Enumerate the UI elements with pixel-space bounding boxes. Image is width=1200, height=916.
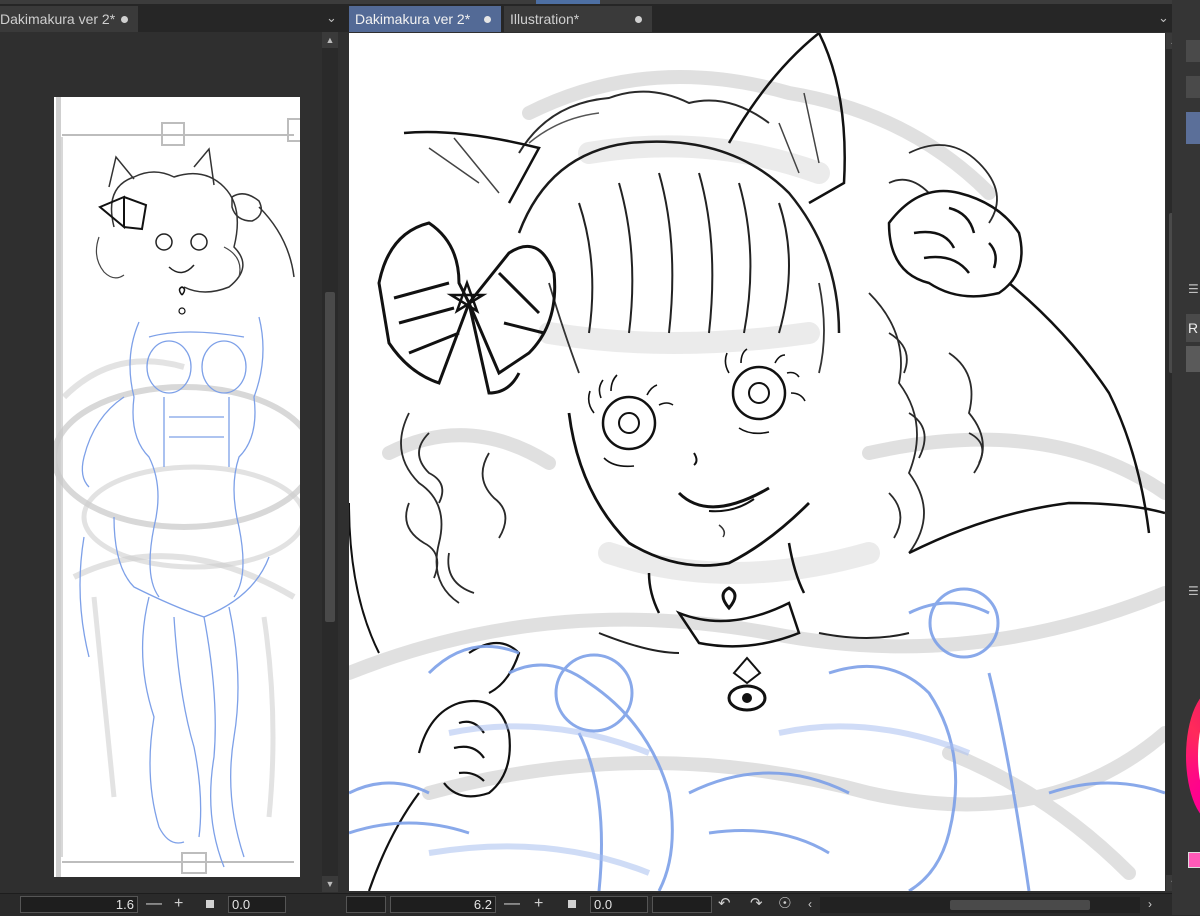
panel-tab[interactable]: R — [1186, 314, 1200, 342]
minus-icon[interactable]: — — [504, 895, 520, 913]
chevron-down-icon[interactable]: ⌄ — [1158, 10, 1169, 26]
reset-rotation-icon[interactable]: ☉ — [778, 895, 791, 913]
scroll-right-icon[interactable]: › — [1148, 895, 1152, 913]
canvas-horizontal-scrollbar[interactable] — [820, 897, 1140, 913]
color-swatch[interactable] — [1188, 852, 1200, 868]
canvas-status-bar: 6.2 — + 0.0 ↶ ↷ ☉ ‹ › — [346, 893, 1172, 916]
drawing-canvas[interactable] — [349, 33, 1165, 891]
canvas-rotation-field[interactable]: 0.0 — [590, 896, 648, 913]
navigator-scroll-thumb[interactable] — [325, 292, 335, 622]
canvas-zoom-field[interactable]: 6.2 — [390, 896, 496, 913]
rotate-left-icon[interactable]: ↶ — [718, 895, 731, 913]
chevron-down-icon[interactable]: ⌄ — [326, 10, 337, 26]
modified-dot-icon — [121, 16, 128, 23]
canvas-tab-bar: Dakimakura ver 2* Illustration* ⌄ — [346, 4, 1172, 32]
scroll-up-icon[interactable]: ▲ — [322, 32, 338, 48]
canvas-extra-field[interactable] — [652, 896, 712, 913]
navigator-tab-bar: Dakimakura ver 2* ⌄ — [0, 4, 346, 32]
panel-button[interactable] — [1186, 346, 1200, 372]
canvas-tab-label: Illustration* — [510, 11, 580, 27]
navigator-vertical-scrollbar[interactable]: ▲ ▼ — [322, 32, 338, 892]
plus-icon[interactable]: + — [174, 895, 183, 913]
tool-button[interactable] — [1186, 40, 1200, 62]
canvas-left-field[interactable] — [346, 896, 386, 913]
navigator-tab-label: Dakimakura ver 2* — [0, 11, 116, 27]
navigator-pane: Dakimakura ver 2* ⌄ ▲ ▼ — [0, 4, 346, 893]
navigator-thumbnail[interactable] — [54, 97, 300, 877]
scroll-left-icon[interactable]: ‹ — [808, 895, 812, 913]
scroll-down-icon[interactable]: ▼ — [322, 876, 338, 892]
panel-tab-letter: R — [1188, 320, 1199, 336]
canvas-horizontal-scroll-thumb[interactable] — [950, 900, 1090, 910]
canvas-tab-dakimakura[interactable]: Dakimakura ver 2* — [349, 6, 501, 32]
plus-icon[interactable]: + — [534, 895, 543, 913]
canvas-pane: Dakimakura ver 2* Illustration* ⌄ — [346, 4, 1172, 893]
modified-dot-icon — [635, 16, 642, 23]
navigator-sketch-preview — [54, 97, 300, 877]
navigator-status-bar: 1.6 — + 0.0 — [0, 893, 346, 916]
tool-button[interactable] — [1186, 76, 1200, 98]
modified-dot-icon — [484, 16, 491, 23]
square-icon[interactable] — [568, 900, 576, 908]
minus-icon[interactable]: — — [146, 895, 162, 913]
canvas-tab-label: Dakimakura ver 2* — [355, 11, 471, 27]
navigator-tab[interactable]: Dakimakura ver 2* — [0, 6, 138, 32]
rotate-right-icon[interactable]: ↷ — [750, 895, 763, 913]
panel-menu-icon[interactable]: ☰ — [1188, 282, 1199, 296]
canvas-tab-illustration[interactable]: Illustration* — [504, 6, 652, 32]
navigator-zoom-field[interactable]: 1.6 — [20, 896, 138, 913]
canvas-sketch — [349, 33, 1165, 891]
navigator-rotation-field[interactable]: 0.0 — [228, 896, 286, 913]
active-tool-button[interactable] — [1186, 112, 1200, 144]
panel-menu-icon[interactable]: ☰ — [1188, 584, 1199, 598]
square-icon[interactable] — [206, 900, 214, 908]
navigator-view[interactable] — [0, 32, 322, 877]
